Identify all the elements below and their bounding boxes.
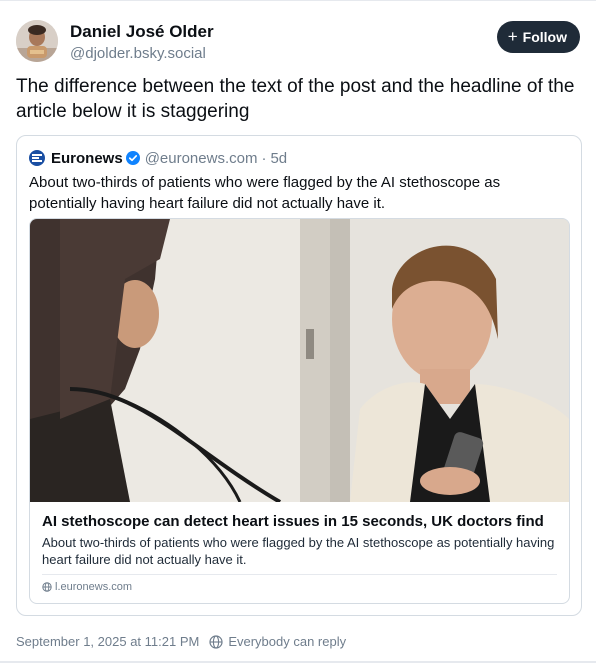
post-timestamp[interactable]: September 1, 2025 at 11:21 PM xyxy=(16,634,199,649)
article-description: About two-thirds of patients who were fl… xyxy=(42,535,555,567)
quoted-post[interactable]: Euronews @euronews.com · 5d About two-th… xyxy=(16,135,582,616)
article-title[interactable]: AI stethoscope can detect heart issues i… xyxy=(42,512,562,532)
quoted-post-header: Euronews @euronews.com · 5d xyxy=(29,148,287,168)
reply-permission-label: Everybody can reply xyxy=(228,634,347,649)
globe-icon xyxy=(209,634,223,649)
post-age[interactable]: 5d xyxy=(270,150,287,167)
verified-badge-icon xyxy=(125,151,140,165)
author-handle[interactable]: @djolder.bsky.social xyxy=(70,45,206,62)
quoted-post-text: About two-thirds of patients who were fl… xyxy=(29,174,501,212)
author-name[interactable]: Daniel José Older xyxy=(70,22,214,42)
link-preview-card[interactable]: AI stethoscope can detect heart issues i… xyxy=(29,218,570,604)
post-text: The difference between the text of the p… xyxy=(16,76,575,122)
source-name[interactable]: Euronews xyxy=(51,150,123,167)
separator-dot: · xyxy=(261,149,267,167)
source-handle[interactable]: @euronews.com xyxy=(145,150,258,167)
link-domain[interactable]: l.euronews.com xyxy=(42,581,132,593)
author-avatar[interactable] xyxy=(16,20,58,62)
follow-button-label: Follow xyxy=(522,29,567,45)
post-footer: September 1, 2025 at 11:21 PM Everybody … xyxy=(16,634,346,649)
reply-permission[interactable]: Everybody can reply xyxy=(209,634,346,649)
link-domain-text: l.euronews.com xyxy=(55,581,133,593)
article-image[interactable] xyxy=(30,219,569,502)
follow-button[interactable]: + Follow xyxy=(496,21,580,53)
link-card-divider xyxy=(42,574,557,575)
source-avatar[interactable] xyxy=(29,150,45,166)
top-divider xyxy=(0,0,596,1)
plus-icon: + xyxy=(507,27,518,46)
globe-icon xyxy=(42,582,52,592)
post-header: Daniel José Older @djolder.bsky.social +… xyxy=(16,20,580,64)
